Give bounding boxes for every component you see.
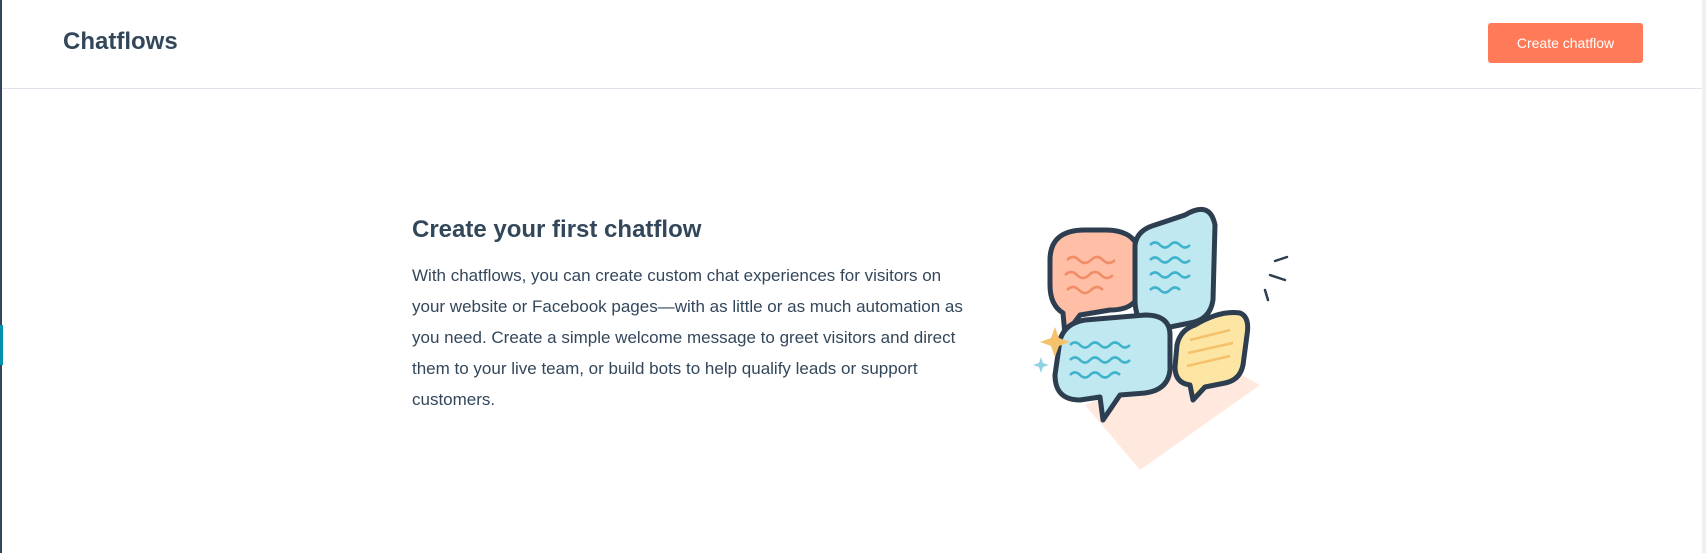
scrollbar-track[interactable]: [1702, 0, 1706, 553]
empty-state-title: Create your first chatflow: [412, 216, 702, 243]
create-chatflow-button[interactable]: Create chatflow: [1488, 23, 1643, 63]
page-title: Chatflows: [63, 28, 178, 55]
left-scroll-indicator: [0, 325, 3, 365]
chat-bubbles-illustration: [1025, 205, 1305, 475]
empty-state-content: Create your first chatflow With chatflow…: [412, 210, 992, 415]
page-header: Chatflows Create chatflow: [2, 0, 1702, 89]
small-sparkle-icon: [1033, 357, 1049, 373]
empty-state-description: With chatflows, you can create custom ch…: [412, 266, 963, 409]
